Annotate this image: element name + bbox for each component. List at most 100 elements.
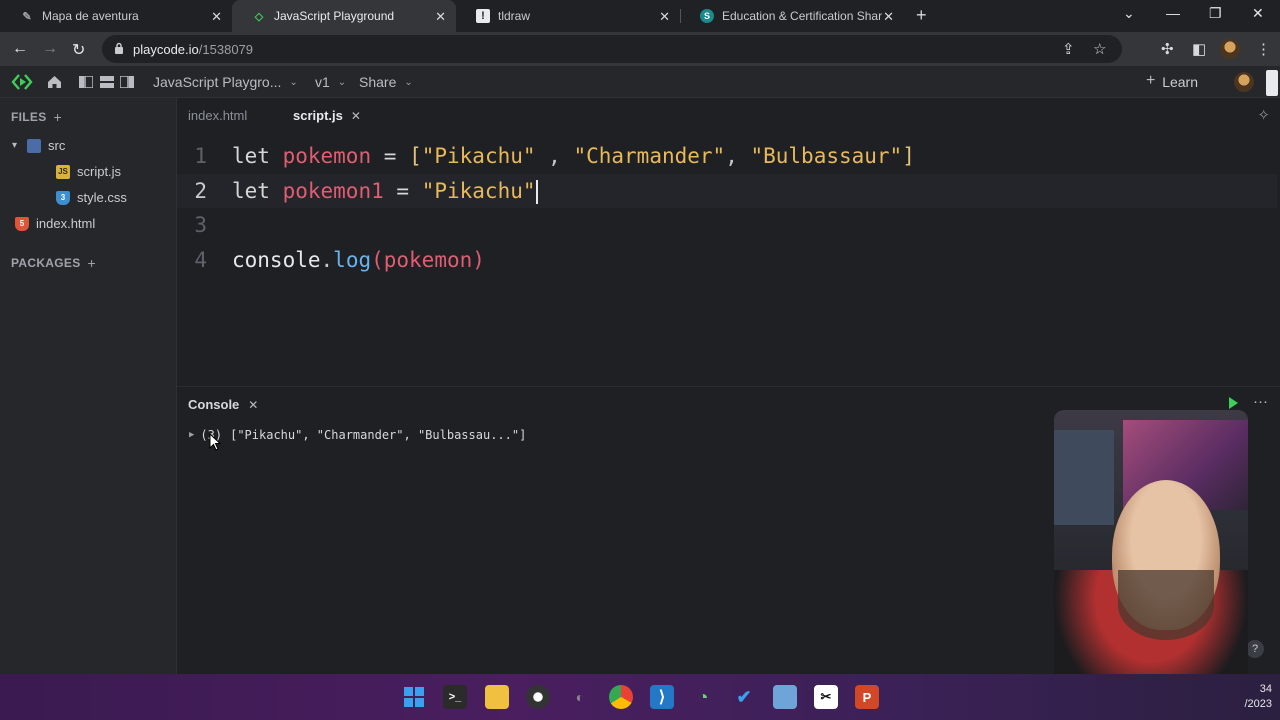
learn-link[interactable]: Learn (1162, 74, 1198, 90)
close-icon[interactable]: ✕ (883, 9, 894, 25)
system-clock[interactable]: 34 /2023 (1244, 682, 1272, 712)
browser-tab-mapa[interactable]: ✎ Mapa de aventura ✕ (0, 0, 232, 32)
home-icon[interactable] (47, 75, 62, 89)
mouse-cursor-icon (209, 433, 221, 451)
capcut-icon[interactable]: ✂ (814, 685, 838, 709)
file-explorer-icon[interactable] (485, 685, 509, 709)
code-editor[interactable]: index.html script.js ✕ ✧ 1 let pokemon =… (177, 98, 1280, 386)
window-close-icon[interactable]: ✕ (1252, 5, 1264, 22)
edge-dev-icon[interactable]: ◔ (691, 685, 715, 709)
clock-date: /2023 (1244, 698, 1272, 710)
project-title: JavaScript Playgro... (153, 74, 282, 90)
sharepoint-icon: S (700, 9, 714, 23)
share-page-icon[interactable]: ⇪ (1062, 40, 1075, 58)
tree-item-index-html[interactable]: 5 index.html (15, 216, 95, 231)
add-package-icon[interactable]: + (88, 255, 96, 271)
close-icon[interactable]: ✕ (435, 9, 446, 25)
folder-icon (27, 138, 42, 153)
expand-triangle-icon[interactable]: ▶ (189, 430, 194, 440)
add-file-icon[interactable]: + (54, 109, 62, 125)
help-icon[interactable]: ? (1246, 640, 1264, 658)
user-avatar[interactable] (1234, 72, 1254, 92)
tree-item-script-js[interactable]: JS script.js (56, 164, 121, 179)
close-icon[interactable]: ✕ (211, 9, 222, 25)
close-icon[interactable]: ✕ (659, 9, 670, 25)
address-bar[interactable]: playcode.io/1538079 ⇪ ☆ (102, 35, 1122, 63)
sparkle-ai-icon[interactable]: ✧ (1257, 106, 1270, 124)
vscode-icon[interactable]: ⟩ (650, 685, 674, 709)
terminal-icon[interactable]: >_ (443, 685, 467, 709)
restore-icon[interactable]: ❐ (1209, 5, 1222, 22)
toggle-sidebar-icon[interactable] (79, 76, 93, 88)
file-sidebar: FILES + ▾ src JS script.js 3 style.css 5… (0, 98, 177, 674)
forward-arrow-icon[interactable]: → (42, 40, 58, 58)
tree-item-label: src (48, 138, 66, 153)
share-label: Share (359, 74, 397, 90)
todo-check-icon[interactable]: ✔ (732, 685, 756, 709)
file-tab-label: script.js (293, 108, 343, 123)
obs-icon[interactable] (526, 685, 550, 709)
powerpoint-icon[interactable]: P (855, 685, 879, 709)
browser-tab-tldraw[interactable]: ! tldraw ✕ (456, 0, 681, 32)
file-tab-script-js[interactable]: script.js ✕ (293, 108, 361, 123)
more-options-icon[interactable]: ··· (1253, 393, 1268, 410)
url-text: playcode.io/1538079 (133, 42, 254, 57)
browser-menu-icon[interactable]: ⋮ (1256, 40, 1271, 58)
files-header-label: FILES (11, 110, 47, 124)
tab-search-chevron-icon[interactable]: ⌄ (1123, 5, 1135, 22)
file-tab-index-html[interactable]: index.html (188, 108, 247, 123)
tab-title: JavaScript Playground (274, 9, 395, 23)
console-output-row[interactable]: ▶ (3) ["Pikachu", "Charmander", "Bulbass… (189, 428, 526, 442)
code-text: let pokemon = ["Pikachu" , "Charmander",… (232, 144, 915, 168)
app-header: JavaScript Playgro... ⌄ v1 ⌄ Share ⌄ + Lear… (0, 66, 1280, 98)
chevron-down-icon: ⌄ (404, 76, 413, 88)
toggle-preview-icon[interactable] (120, 76, 134, 88)
line-number: 4 (194, 248, 207, 272)
webcam-overlay (1054, 410, 1248, 708)
version-dropdown[interactable]: v1 ⌄ (315, 74, 346, 90)
packages-section-header: PACKAGES + (11, 255, 96, 271)
close-icon[interactable]: ✕ (248, 398, 258, 412)
add-icon[interactable]: + (1146, 72, 1155, 90)
code-text: let pokemon1 = "Pikachu" (232, 178, 538, 204)
text-caret (535, 179, 538, 204)
chrome-icon[interactable] (609, 685, 633, 709)
tree-item-style-css[interactable]: 3 style.css (56, 190, 127, 205)
browser-toolbar: ← → ↻ playcode.io/1538079 ⇪ ☆ ✣ ◧ ⋮ (0, 32, 1280, 66)
line-number: 2 (194, 179, 207, 203)
toggle-console-icon[interactable] (100, 76, 114, 88)
line-number: 3 (194, 213, 207, 237)
back-arrow-icon[interactable]: ← (12, 40, 28, 58)
browser-tab-playground[interactable]: ◇ JavaScript Playground ✕ (232, 0, 456, 32)
browser-tab-education[interactable]: S Education & Certification Shared ✕ (680, 0, 904, 32)
code-text: console.log(pokemon) (232, 248, 485, 272)
reload-icon[interactable]: ↻ (72, 40, 85, 60)
project-title-dropdown[interactable]: JavaScript Playgro... ⌄ (153, 74, 298, 90)
css-file-icon: 3 (56, 190, 70, 205)
pencil-icon: ✎ (22, 10, 32, 23)
profile-avatar[interactable] (1220, 39, 1240, 59)
lock-icon (115, 42, 123, 54)
new-tab-icon[interactable]: + (916, 5, 927, 26)
code-line-4: 4 console.log(pokemon) (177, 243, 1277, 277)
side-panel-icon[interactable]: ◧ (1192, 40, 1206, 58)
playcode-logo-icon[interactable] (11, 73, 33, 91)
console-tab[interactable]: Console ✕ (188, 397, 258, 412)
packages-header-label: PACKAGES (11, 256, 81, 270)
browser-tab-strip: ✎ Mapa de aventura ✕ ◇ JavaScript Playgr… (0, 0, 1280, 32)
windows-start-icon[interactable] (402, 685, 426, 709)
tree-item-src[interactable]: ▾ src (12, 138, 65, 153)
version-label: v1 (315, 74, 330, 90)
app-icon[interactable]: ◐ (568, 685, 592, 709)
code-line-1: 1 let pokemon = ["Pikachu" , "Charmander… (177, 139, 1277, 173)
close-icon[interactable]: ✕ (351, 109, 361, 123)
minimize-icon[interactable]: — (1166, 5, 1180, 21)
share-dropdown[interactable]: Share ⌄ (359, 74, 413, 90)
tab-title: Education & Certification Shared (722, 9, 882, 23)
snipping-tool-icon[interactable] (773, 685, 797, 709)
scrollbar[interactable] (1266, 70, 1278, 96)
bookmark-star-icon[interactable]: ☆ (1093, 40, 1106, 58)
extensions-puzzle-icon[interactable]: ✣ (1161, 40, 1174, 58)
run-play-icon[interactable] (1229, 397, 1238, 409)
tree-item-label: index.html (36, 216, 96, 231)
